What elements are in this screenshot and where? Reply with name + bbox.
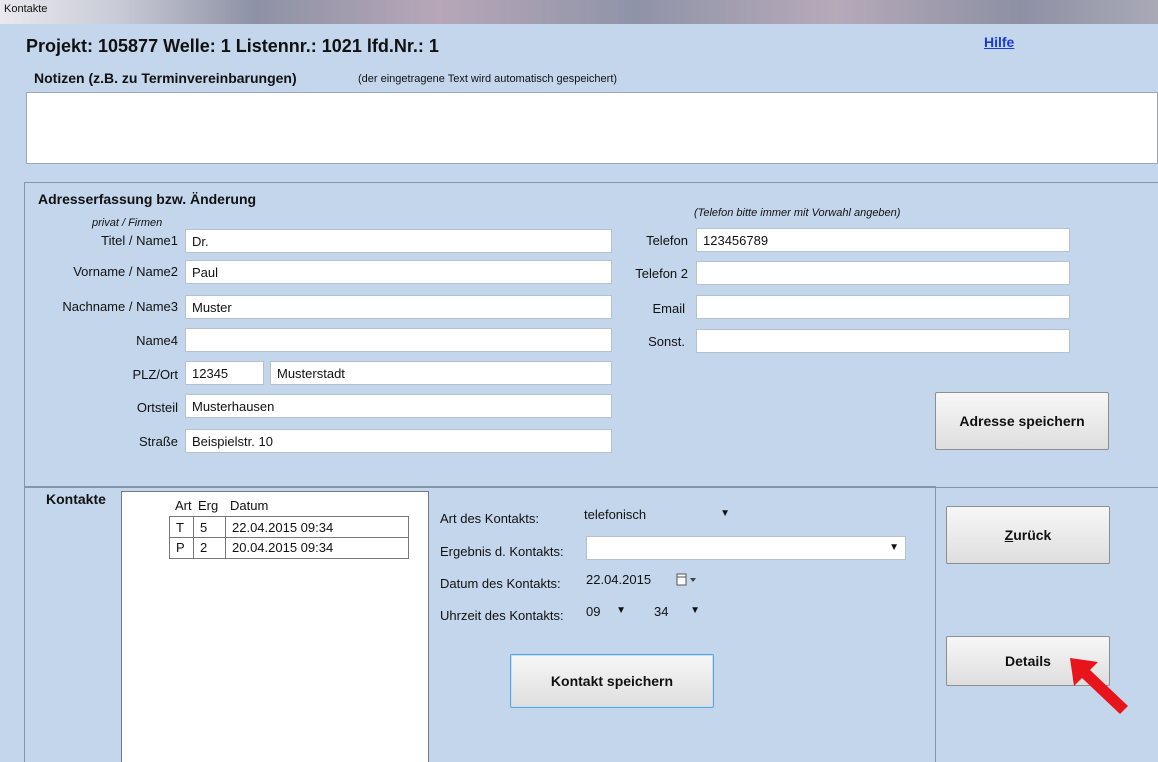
- cell-datum: 22.04.2015 09:34: [225, 517, 409, 539]
- back-button[interactable]: Zurück: [946, 506, 1110, 564]
- chevron-down-icon: ▼: [616, 605, 626, 616]
- window-title: Kontakte: [4, 3, 48, 15]
- table-row[interactable]: T 5 22.04.2015 09:34: [169, 516, 409, 539]
- name4-field[interactable]: [185, 328, 612, 352]
- datum-label: Datum des Kontakts:: [440, 576, 561, 591]
- column-erg: Erg: [198, 498, 219, 513]
- vorname-field[interactable]: Paul: [185, 260, 612, 284]
- ergebnis-label: Ergebnis d. Kontakts:: [440, 544, 564, 559]
- name4-label: Name4: [136, 333, 178, 348]
- notes-label: Notizen (z.B. zu Terminvereinbarungen): [34, 70, 297, 86]
- cell-art: P: [176, 540, 185, 555]
- save-address-button[interactable]: Adresse speichern: [935, 392, 1109, 450]
- cell-erg: 5: [193, 517, 225, 539]
- ort-field[interactable]: Musterstadt: [270, 361, 612, 385]
- cell-art: T: [176, 520, 184, 535]
- telefon-field[interactable]: 123456789: [696, 228, 1070, 252]
- hour-dropdown[interactable]: 09 ▼: [580, 600, 640, 624]
- column-datum: Datum: [230, 498, 269, 513]
- chevron-down-icon: ▼: [690, 605, 700, 616]
- table-row[interactable]: P 2 20.04.2015 09:34: [169, 537, 409, 559]
- contacts-label: Kontakte: [46, 491, 106, 507]
- nachname-field[interactable]: Muster: [185, 295, 612, 319]
- plzort-label: PLZ/Ort: [132, 367, 178, 382]
- notes-hint: (der eingetragene Text wird automatisch …: [358, 73, 618, 85]
- ergebnis-dropdown[interactable]: ▼: [586, 536, 906, 560]
- cell-erg: 2: [193, 537, 225, 559]
- vorname-label: Vorname / Name2: [73, 264, 178, 279]
- telefon2-label: Telefon 2: [635, 266, 688, 281]
- titel-label: Titel / Name1: [101, 233, 178, 248]
- project-header: Projekt: 105877 Welle: 1 Listennr.: 1021…: [26, 36, 439, 56]
- back-label: urück: [1013, 527, 1052, 543]
- notes-textarea[interactable]: [26, 92, 1158, 164]
- datum-value: 22.04.2015: [586, 572, 652, 587]
- uhrzeit-label: Uhrzeit des Kontakts:: [440, 608, 564, 623]
- kontakte-window: Kontakte Projekt: 105877 Welle: 1 Listen…: [0, 0, 1158, 762]
- art-label: Art des Kontakts:: [440, 511, 539, 526]
- datum-picker[interactable]: 22.04.2015: [580, 568, 708, 592]
- calendar-icon[interactable]: [676, 573, 698, 589]
- column-art: Art: [175, 498, 192, 513]
- ortsteil-field[interactable]: Musterhausen: [185, 394, 612, 418]
- minute-value: 34: [654, 604, 669, 619]
- ortsteil-label: Ortsteil: [136, 400, 178, 415]
- nachname-label: Nachname / Name3: [62, 299, 178, 314]
- help-link[interactable]: Hilfe: [984, 34, 1014, 50]
- telefon2-field[interactable]: [696, 261, 1070, 285]
- cell-datum: 20.04.2015 09:34: [225, 537, 409, 559]
- back-accesskey: Z: [1004, 527, 1014, 543]
- strasse-field[interactable]: Beispielstr. 10: [185, 429, 612, 453]
- red-arrow-icon: [1070, 658, 1128, 714]
- contacts-list[interactable]: Art Erg Datum T 5 22.04.2015 09:34 P 2 2…: [121, 491, 429, 762]
- art-dropdown[interactable]: telefonisch ▼: [578, 503, 736, 527]
- plz-field[interactable]: 12345: [185, 361, 264, 385]
- sonst-label: Sonst.: [648, 334, 685, 349]
- sonst-field[interactable]: [696, 329, 1070, 353]
- email-field[interactable]: [696, 295, 1070, 319]
- art-value: telefonisch: [584, 507, 647, 522]
- hour-value: 09: [586, 604, 601, 619]
- minute-dropdown[interactable]: 34 ▼: [648, 600, 708, 624]
- strasse-label: Straße: [138, 434, 178, 449]
- chevron-down-icon: ▼: [889, 542, 899, 553]
- address-subtitle: privat / Firmen: [92, 217, 163, 229]
- phone-hint: (Telefon bitte immer mit Vorwahl angeben…: [694, 207, 901, 219]
- telefon-label: Telefon: [646, 233, 688, 248]
- email-label: Email: [652, 301, 685, 316]
- title-bar: Kontakte: [0, 0, 1158, 24]
- address-title: Adresserfassung bzw. Änderung: [38, 191, 257, 207]
- save-contact-button[interactable]: Kontakt speichern: [510, 654, 714, 708]
- titel-field[interactable]: Dr.: [185, 229, 612, 253]
- list-header: Art Erg Datum: [169, 496, 429, 518]
- chevron-down-icon: ▼: [720, 508, 730, 519]
